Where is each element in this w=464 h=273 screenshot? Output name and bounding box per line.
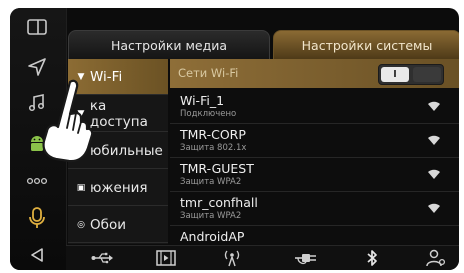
network-item[interactable]: TMR-GUEST Защита WPA2 [170, 158, 459, 192]
wifi-signal-icon [428, 169, 440, 179]
category-label: южения [90, 179, 148, 196]
network-item[interactable]: TMR-CORP Защита 802.1x [170, 124, 459, 158]
radio-icon[interactable] [218, 248, 246, 268]
toggle-knob: I [381, 67, 409, 82]
bluetooth-icon[interactable] [358, 248, 386, 268]
wifi-networks-panel: Сети Wi-Fi I Wi-Fi_1 Подключено TMR-CORP… [170, 59, 459, 244]
network-name: tmr_confhall [180, 195, 258, 210]
category-label: юбильные [90, 142, 163, 159]
network-status: Защита WPA2 [180, 211, 242, 221]
wifi-signal-icon [428, 135, 440, 145]
microphone-icon[interactable] [24, 205, 50, 231]
network-status: Защита 802.1x [180, 143, 247, 153]
more-apps-icon[interactable] [24, 168, 50, 194]
category-label: ка доступа [89, 97, 148, 130]
toggle-track [413, 67, 441, 82]
network-name: TMR-GUEST [180, 161, 254, 176]
wallpaper-icon: ◎ [77, 219, 85, 230]
head-unit-screen: Настройки медиа Настройки системы ▼ Wi-F… [10, 8, 459, 270]
wifi-toggle[interactable]: I [378, 64, 444, 85]
wifi-header: Сети Wi-Fi I [170, 59, 459, 88]
tab-system-settings[interactable]: Настройки системы [273, 30, 459, 59]
network-status: Защита WPA2 [180, 177, 242, 187]
network-item[interactable]: tmr_confhall Защита WPA2 [170, 192, 459, 226]
wifi-signal-icon [428, 101, 440, 111]
tab-media-settings[interactable]: Настройки медиа [68, 30, 270, 59]
wifi-header-label: Сети Wi-Fi [178, 66, 239, 80]
network-item[interactable]: Wi-Fi_1 Подключено [170, 90, 459, 124]
bottom-source-bar [66, 245, 459, 270]
wifi-signal-icon [428, 203, 440, 213]
network-name: AndroidAP [180, 229, 245, 244]
usb-icon[interactable] [88, 248, 116, 268]
settings-tabs: Настройки медиа Настройки системы [68, 30, 459, 60]
navigation-icon[interactable] [24, 54, 50, 80]
category-wallpaper[interactable]: ◎ Обои [68, 207, 168, 243]
aux-cable-icon[interactable] [292, 248, 320, 268]
video-icon[interactable] [152, 248, 180, 268]
split-screen-icon[interactable] [24, 14, 50, 40]
category-apps[interactable]: ▣ южения [68, 170, 168, 206]
back-icon[interactable] [24, 242, 50, 268]
network-name: TMR-CORP [180, 127, 246, 142]
network-status: Подключено [180, 109, 237, 119]
category-label: Обои [90, 216, 126, 233]
user-settings-icon[interactable] [422, 248, 450, 268]
hand-pointer-icon [42, 79, 94, 163]
apps-icon: ▣ [76, 182, 86, 193]
network-name: Wi-Fi_1 [180, 93, 225, 108]
